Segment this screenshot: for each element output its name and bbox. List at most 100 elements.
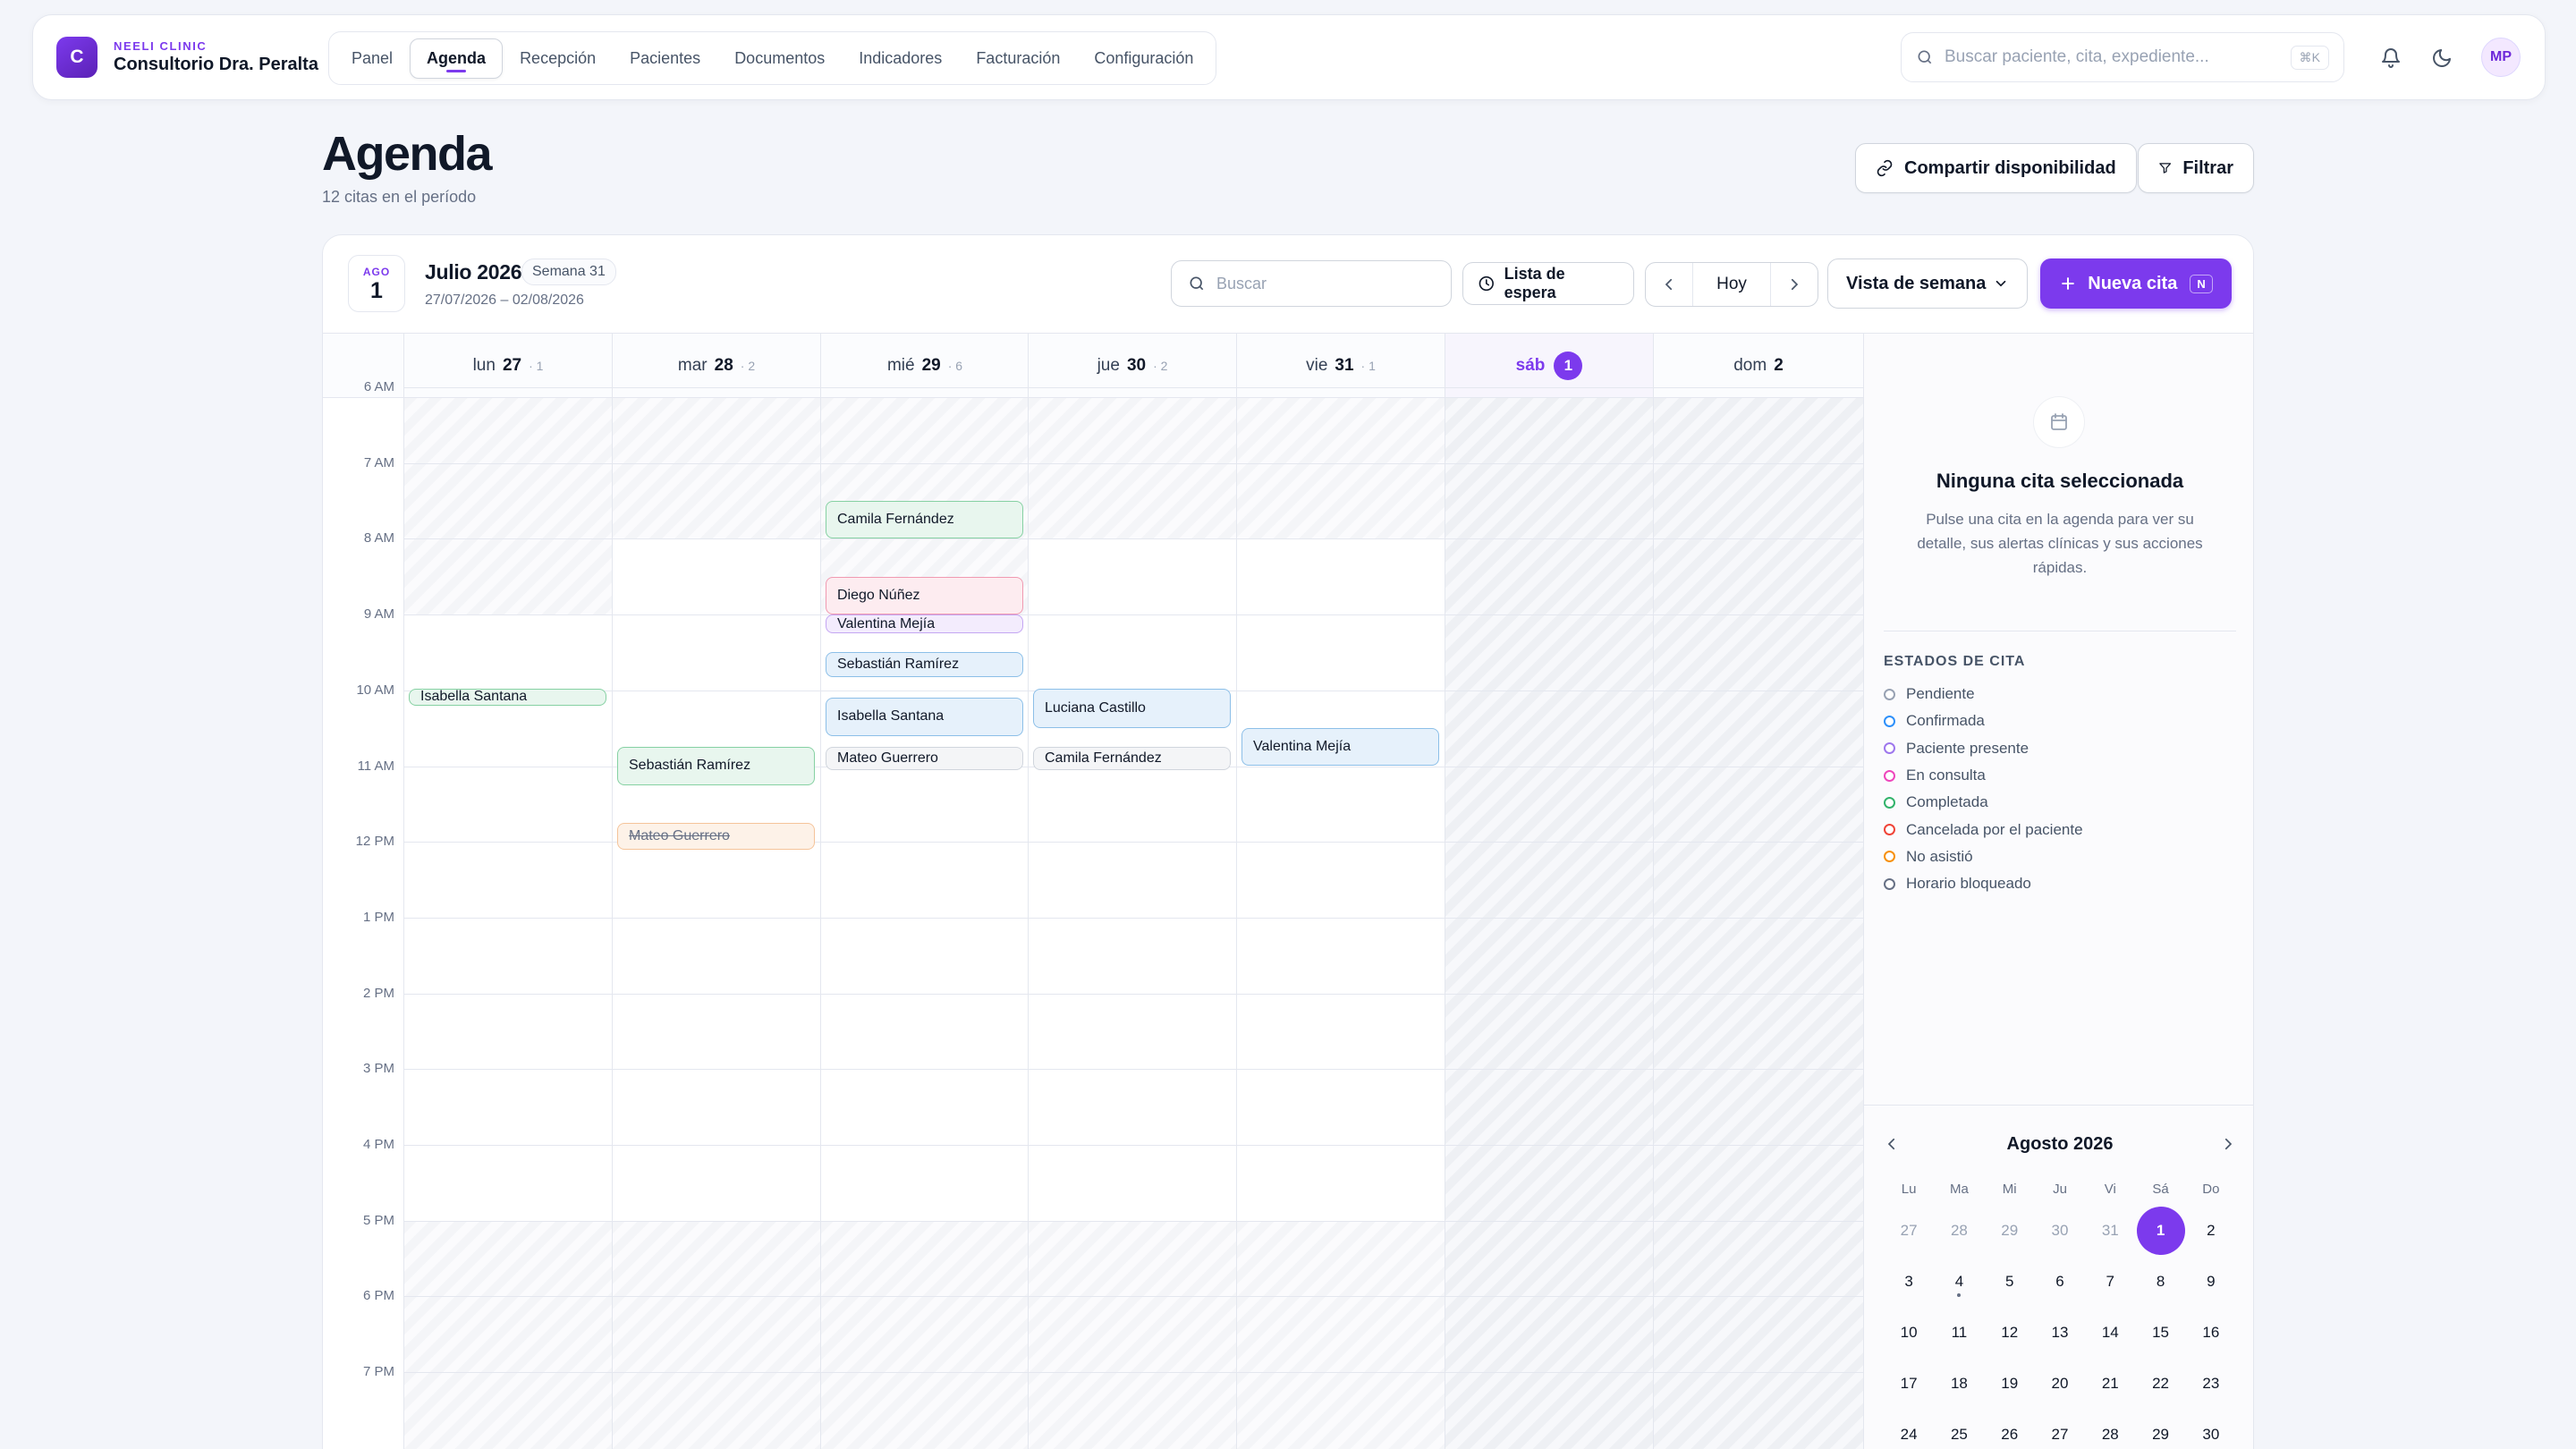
mini-calendar-day[interactable]: 25: [1934, 1409, 1984, 1449]
mini-calendar-day[interactable]: 29: [1985, 1205, 2035, 1256]
tab-indicadores[interactable]: Indicadores: [842, 38, 959, 79]
mini-calendar-day[interactable]: 21: [2085, 1358, 2135, 1409]
mini-calendar-day[interactable]: 4: [1934, 1256, 1984, 1307]
calendar-search-input[interactable]: Buscar: [1171, 260, 1452, 307]
mini-calendar-day[interactable]: 17: [1884, 1358, 1934, 1409]
user-avatar[interactable]: MP: [2481, 38, 2521, 77]
mini-calendar-day[interactable]: 30: [2186, 1409, 2236, 1449]
hour-label: 10 AM: [356, 682, 394, 698]
mini-calendar-day[interactable]: 18: [1934, 1358, 1984, 1409]
day-appointment-count: · 6: [947, 358, 963, 373]
mini-calendar-day[interactable]: 6: [2035, 1256, 2085, 1307]
appointment-block[interactable]: Camila Fernández: [826, 501, 1023, 539]
day-header-lun[interactable]: lun 27 · 1: [403, 334, 612, 398]
view-select[interactable]: Vista de semana: [1827, 258, 2028, 309]
appointment-block[interactable]: Mateo Guerrero: [826, 747, 1023, 770]
appointment-block[interactable]: Valentina Mejía: [1241, 728, 1439, 767]
theme-toggle-button[interactable]: [2428, 44, 2456, 72]
day-header-mié[interactable]: mié 29 · 6: [820, 334, 1029, 398]
new-appointment-button[interactable]: Nueva cita N: [2040, 258, 2232, 309]
week-badge: Semana 31: [521, 258, 616, 285]
legend-label: Paciente presente: [1906, 739, 2029, 757]
tab-configuracion[interactable]: Configuración: [1077, 38, 1210, 79]
mini-calendar-day[interactable]: 9: [2186, 1256, 2236, 1307]
tab-pacientes[interactable]: Pacientes: [613, 38, 717, 79]
mini-calendar-day[interactable]: 26: [1985, 1409, 2035, 1449]
hour-gridline: [403, 1220, 1863, 1222]
today-button[interactable]: Hoy: [1692, 263, 1771, 306]
mini-weekday: Vi: [2104, 1182, 2116, 1197]
mini-calendar-day[interactable]: 15: [2135, 1307, 2185, 1358]
day-header-number: 28: [714, 355, 733, 375]
global-search-input[interactable]: Buscar paciente, cita, expediente... ⌘K: [1901, 32, 2344, 82]
day-header-mar[interactable]: mar 28 · 2: [612, 334, 820, 398]
day-header-weekday: dom: [1733, 355, 1767, 375]
mini-calendar-day[interactable]: 2: [2186, 1205, 2236, 1256]
mini-calendar-day[interactable]: 5: [1985, 1256, 2035, 1307]
mini-calendar-day[interactable]: 3: [1884, 1256, 1934, 1307]
appointment-block[interactable]: Luciana Castillo: [1033, 689, 1231, 729]
notifications-button[interactable]: [2377, 44, 2405, 72]
appointment-detail-sidebar: Ninguna cita seleccionada Pulse una cita…: [1863, 334, 2253, 1449]
mini-calendar-day[interactable]: 19: [1985, 1358, 2035, 1409]
appointment-block[interactable]: Valentina Mejía: [826, 614, 1023, 634]
mini-calendar-day[interactable]: 22: [2135, 1358, 2185, 1409]
mini-calendar-day[interactable]: 7: [2085, 1256, 2135, 1307]
mini-calendar-day[interactable]: 11: [1934, 1307, 1984, 1358]
day-header-vie[interactable]: vie 31 · 1: [1236, 334, 1445, 398]
mini-calendar-day[interactable]: 13: [2035, 1307, 2085, 1358]
legend-item: En consulta: [1884, 762, 2083, 789]
filter-button[interactable]: Filtrar: [2138, 143, 2254, 193]
day-header-jue[interactable]: jue 30 · 2: [1028, 334, 1236, 398]
prev-week-button[interactable]: [1646, 263, 1692, 306]
appointment-block[interactable]: Mateo Guerrero: [617, 823, 815, 850]
mini-prev-month-button[interactable]: [1884, 1136, 1900, 1152]
mini-calendar-day[interactable]: 14: [2085, 1307, 2135, 1358]
next-week-button[interactable]: [1771, 263, 1818, 306]
mini-next-month-button[interactable]: [2220, 1136, 2236, 1152]
appointment-block[interactable]: Sebastián Ramírez: [617, 747, 815, 785]
bell-icon: [2382, 48, 2400, 68]
mini-calendar-day[interactable]: 8: [2135, 1256, 2185, 1307]
day-header-dom[interactable]: dom 2: [1653, 334, 1863, 398]
share-availability-button[interactable]: Compartir disponibilidad: [1855, 143, 2137, 193]
off-hours-evening: [613, 1220, 820, 1449]
appointment-block[interactable]: Camila Fernández: [1033, 747, 1231, 770]
mini-calendar-day[interactable]: 12: [1985, 1307, 2035, 1358]
mini-calendar-day[interactable]: 31: [2085, 1205, 2135, 1256]
tab-documentos[interactable]: Documentos: [717, 38, 842, 79]
mini-calendar-day[interactable]: 23: [2186, 1358, 2236, 1409]
calendar-icon: [2051, 413, 2067, 430]
tab-panel[interactable]: Panel: [335, 38, 410, 79]
weekend-blocked-area: [1654, 398, 1863, 1449]
brand[interactable]: C NEELI CLINIC Consultorio Dra. Peralta: [56, 37, 318, 78]
mini-calendar-day[interactable]: 28: [2085, 1409, 2135, 1449]
tab-recepcion[interactable]: Recepción: [503, 38, 613, 79]
empty-state-title: Ninguna cita seleccionada: [1936, 470, 2184, 492]
mini-calendar-day[interactable]: 16: [2186, 1307, 2236, 1358]
mini-calendar-day[interactable]: 20: [2035, 1358, 2085, 1409]
mini-calendar-day[interactable]: 1: [2135, 1205, 2185, 1256]
tab-facturacion[interactable]: Facturación: [959, 38, 1077, 79]
waitlist-button[interactable]: Lista de espera: [1462, 262, 1634, 305]
mini-calendar-day[interactable]: 27: [2035, 1409, 2085, 1449]
tab-agenda[interactable]: Agenda: [410, 38, 504, 79]
day-header-sáb[interactable]: sáb 1: [1445, 334, 1653, 398]
appointment-block[interactable]: Sebastián Ramírez: [826, 652, 1023, 678]
off-hours-morning: [1237, 398, 1445, 539]
status-dot: [1884, 688, 1895, 700]
appointment-block[interactable]: Isabella Santana: [409, 689, 606, 706]
day-header-number: 31: [1335, 355, 1354, 375]
filter-label: Filtrar: [2182, 157, 2233, 178]
legend-label: Horario bloqueado: [1906, 875, 2031, 893]
appointment-block[interactable]: Diego Núñez: [826, 576, 1023, 615]
appointment-block[interactable]: Isabella Santana: [826, 698, 1023, 736]
mini-calendar-day[interactable]: 27: [1884, 1205, 1934, 1256]
mini-calendar-day[interactable]: 28: [1934, 1205, 1984, 1256]
calendar-empty-icon: [2033, 396, 2085, 448]
mini-calendar-day[interactable]: 30: [2035, 1205, 2085, 1256]
mini-calendar-day[interactable]: 29: [2135, 1409, 2185, 1449]
mini-calendar-day[interactable]: 10: [1884, 1307, 1934, 1358]
mini-calendar-day[interactable]: 24: [1884, 1409, 1934, 1449]
status-legend: Pendiente Confirmada Paciente presente En c…: [1884, 681, 2083, 897]
